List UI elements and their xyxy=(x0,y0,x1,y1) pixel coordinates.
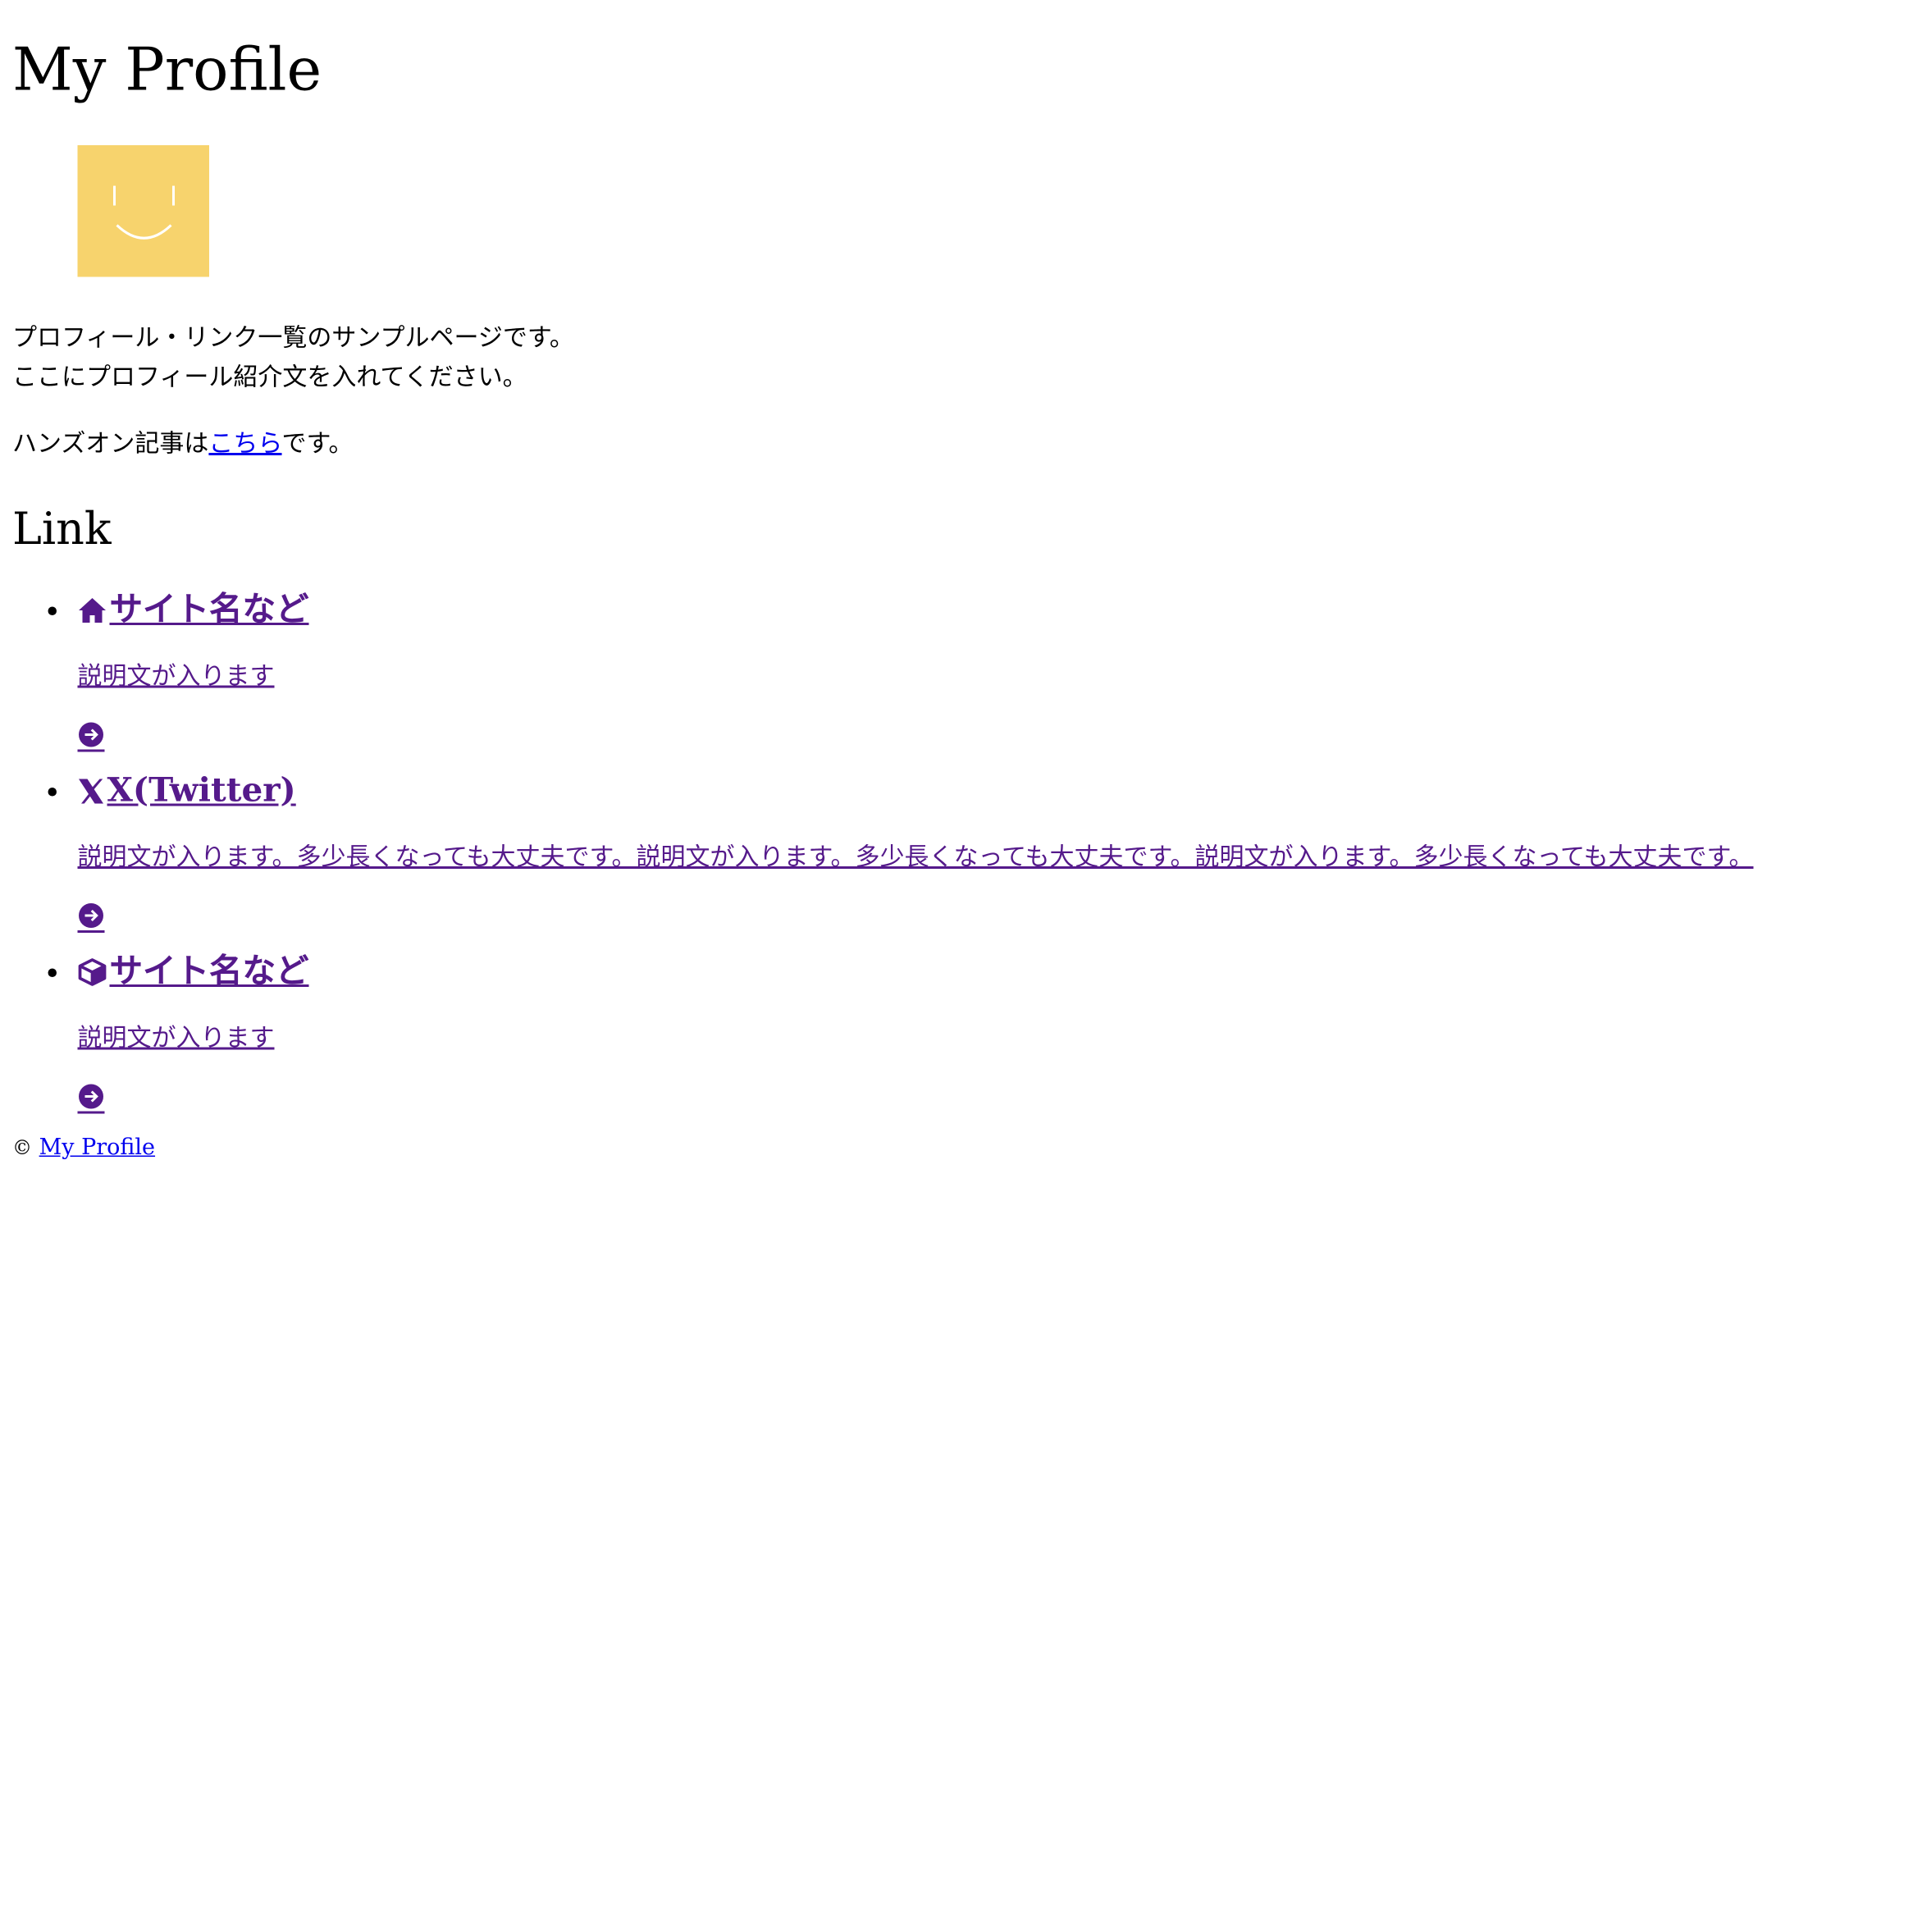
link-card-twitter[interactable]: X(Twitter) 説明文が入ります。多少長くなっても大丈夫です。説明文が入り… xyxy=(77,772,1902,933)
list-item: X(Twitter) 説明文が入ります。多少長くなっても大丈夫です。説明文が入り… xyxy=(12,772,1902,933)
arrow-circle-right-icon xyxy=(77,721,105,752)
intro-line-2: ここにプロフィール紹介文を入れてください。 xyxy=(12,362,527,391)
link-card-site-1[interactable]: サイト名など 説明文が入ります xyxy=(77,591,1902,752)
handson-prefix: ハンズオン記事は xyxy=(12,428,209,458)
link-card-title: サイト名など xyxy=(78,952,309,992)
bullet xyxy=(48,968,57,977)
intro-line-1: プロフィール・リンク一覧のサンプルページです。 xyxy=(12,322,574,352)
profile-intro: プロフィール・リンク一覧のサンプルページです。 ここにプロフィール紹介文を入れて… xyxy=(12,317,1902,396)
content: My Profile プロフィール・リンク一覧のサンプルページです。 ここにプロ… xyxy=(0,0,1913,1163)
bullet xyxy=(48,606,57,615)
avatar xyxy=(77,145,209,277)
link-card-title-text: サイト名など xyxy=(109,952,309,991)
avatar-container xyxy=(12,145,1902,277)
link-card-site-2[interactable]: サイト名など 説明文が入ります xyxy=(77,952,1902,1114)
link-card-title-text: サイト名など xyxy=(109,591,309,629)
footer-home-link[interactable]: My Profile xyxy=(39,1135,155,1161)
arrow-circle-right-icon xyxy=(77,902,105,933)
link-card-description: 説明文が入ります xyxy=(77,1022,275,1053)
link-card-title-text: X(Twitter) xyxy=(107,771,296,811)
copyright-symbol: © xyxy=(12,1135,32,1160)
handson-article-link[interactable]: こちら xyxy=(208,428,281,458)
link-section-heading: Link xyxy=(12,505,112,555)
cube-icon xyxy=(78,958,107,986)
footer: © My Profile xyxy=(12,1134,1902,1163)
page: My Profile プロフィール・リンク一覧のサンプルページです。 ここにプロ… xyxy=(0,0,1913,1932)
list-item: サイト名など 説明文が入ります xyxy=(12,591,1902,752)
handson-suffix: です。 xyxy=(281,428,354,458)
link-card-description: 説明文が入ります。多少長くなっても大丈夫です。説明文が入ります。多少長くなっても… xyxy=(77,842,1754,871)
list-item: サイト名など 説明文が入ります xyxy=(12,952,1902,1114)
x-logo-icon xyxy=(79,779,103,804)
arrow-circle-right-icon xyxy=(77,1083,105,1114)
link-list: サイト名など 説明文が入ります X(Twitter) 説明文が入ります。多少長く… xyxy=(12,591,1902,1114)
bullet xyxy=(48,788,57,797)
page-title: My Profile xyxy=(12,35,322,105)
home-icon xyxy=(79,598,106,623)
link-card-title: サイト名など xyxy=(78,591,309,630)
link-card-description: 説明文が入ります xyxy=(77,660,275,691)
link-card-title: X(Twitter) xyxy=(78,772,296,811)
handson-paragraph: ハンズオン記事はこちらです。 xyxy=(12,423,1902,463)
